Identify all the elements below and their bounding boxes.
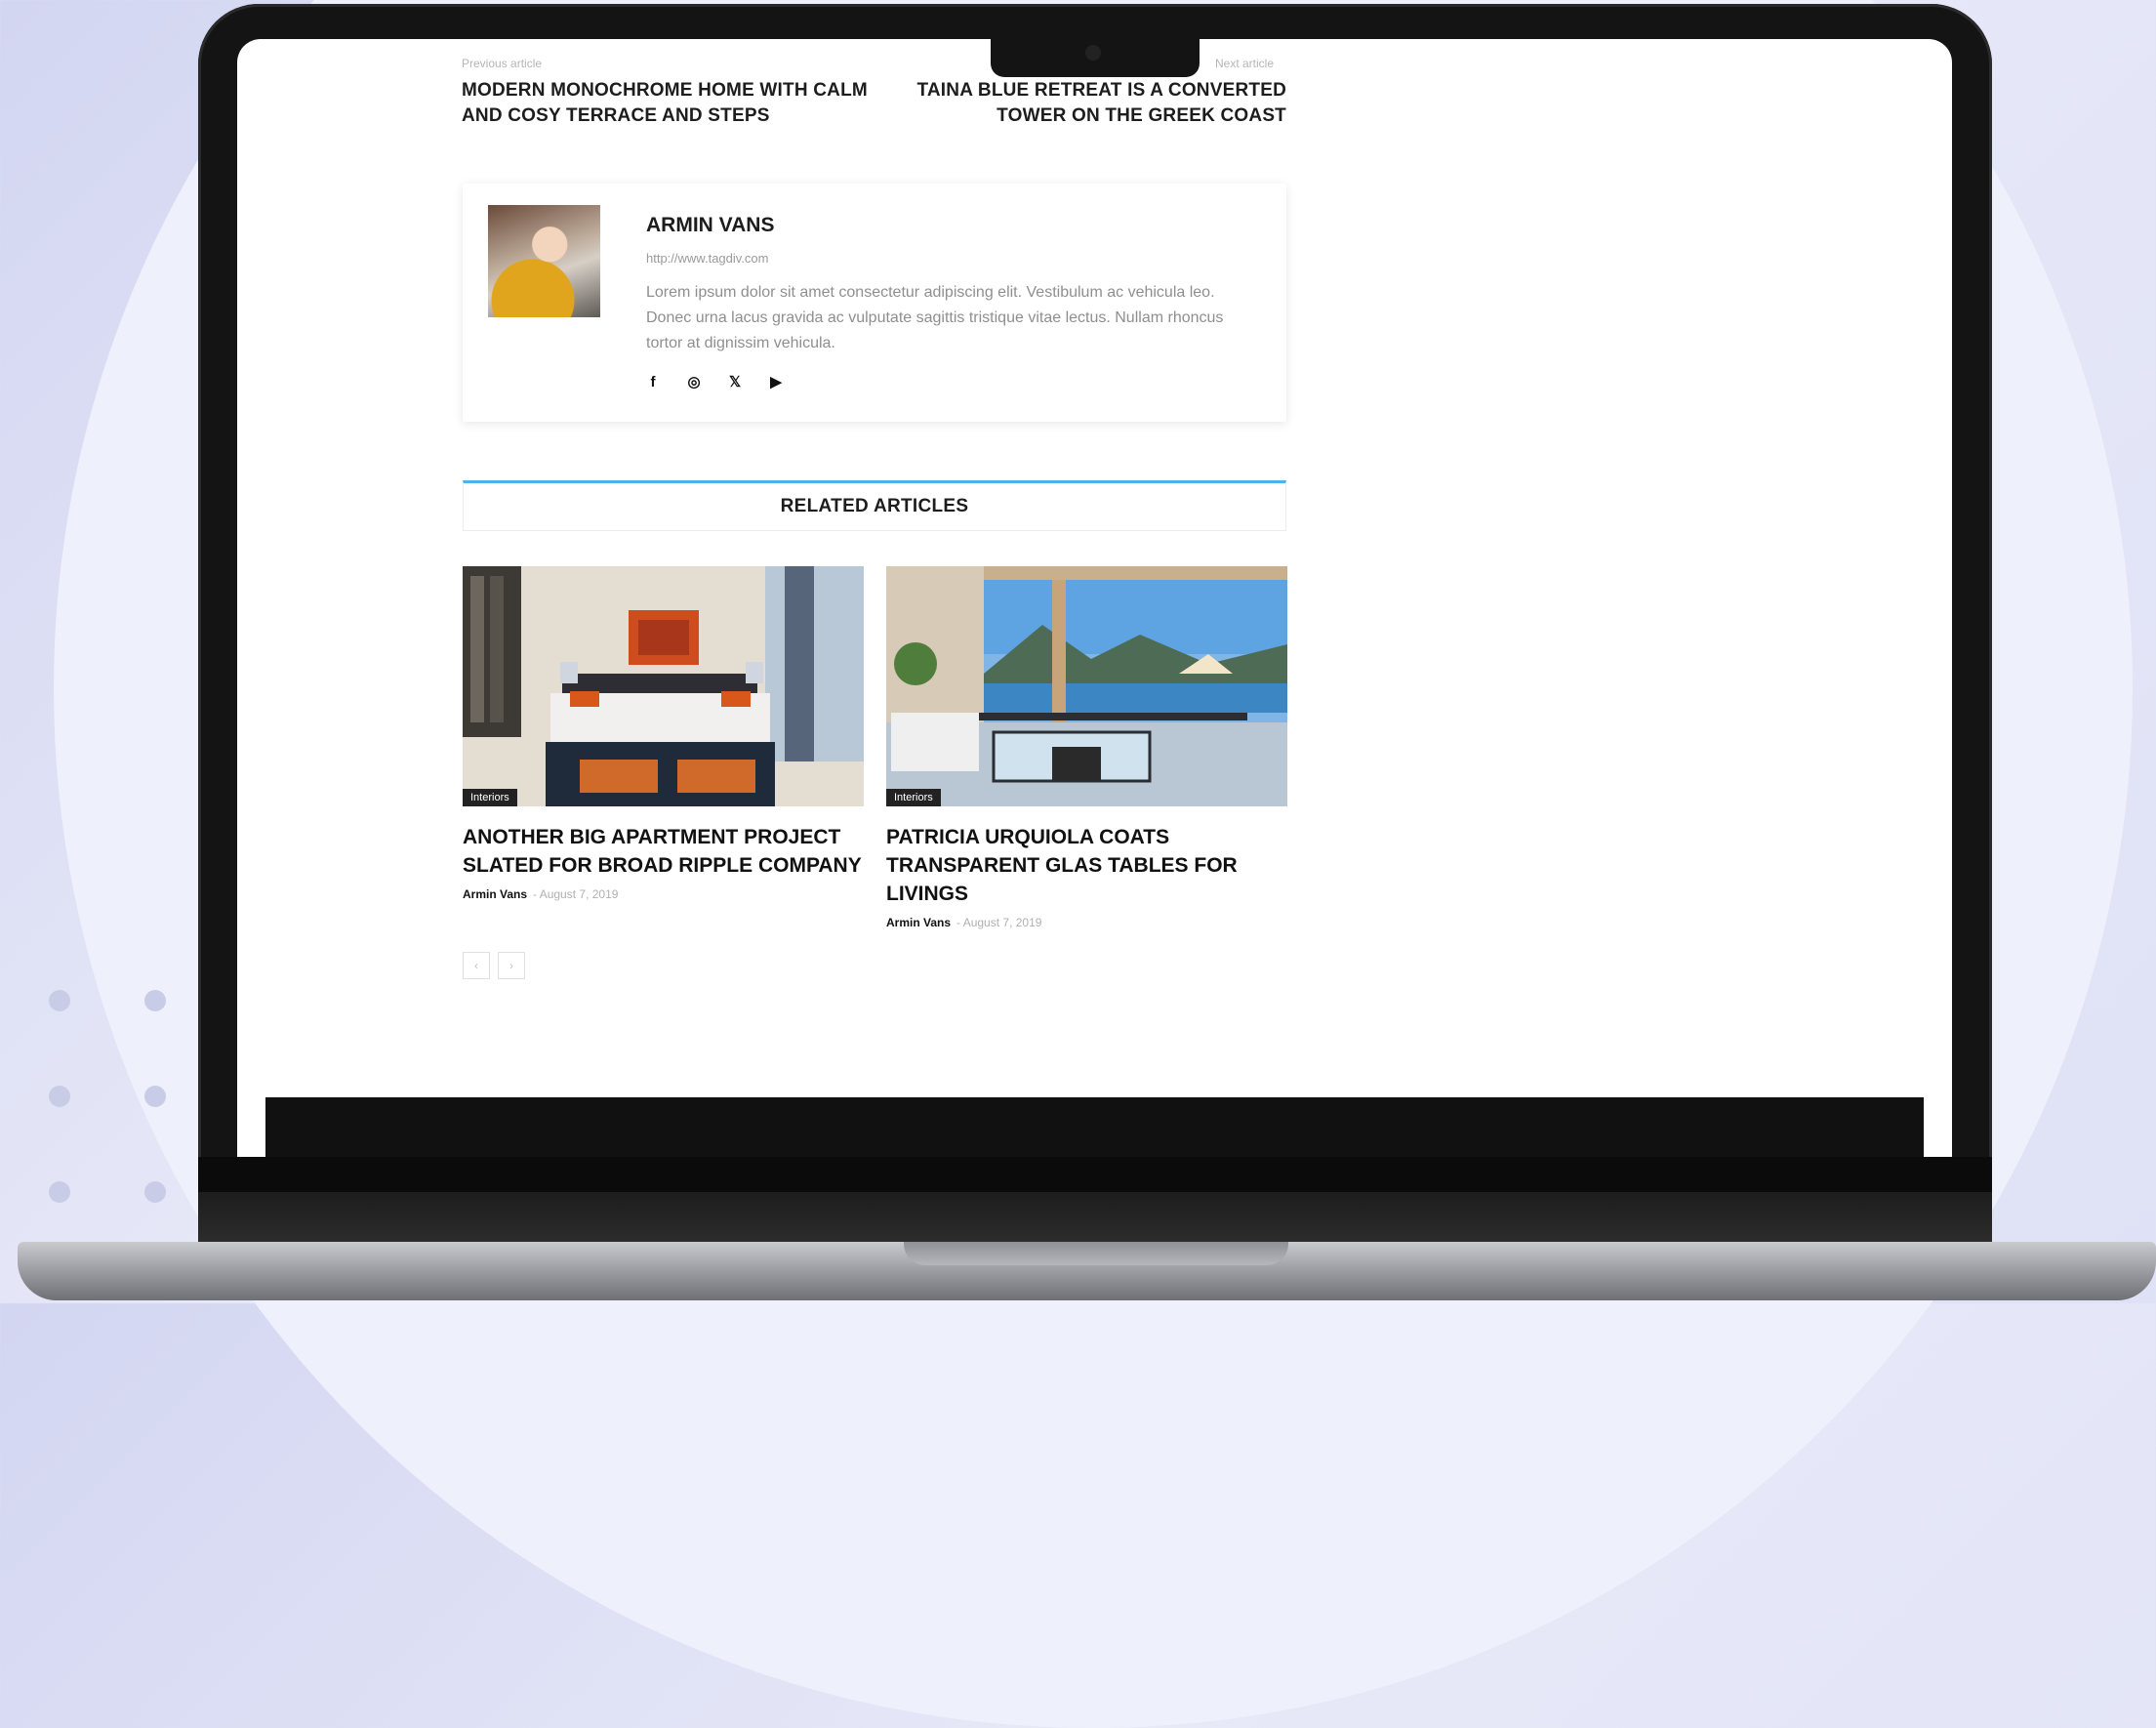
author-avatar[interactable] bbox=[488, 205, 600, 317]
laptop-base-opening bbox=[904, 1242, 1288, 1265]
previous-article-label: Previous article bbox=[462, 57, 543, 70]
author-name-link[interactable]: ARMIN VANS bbox=[646, 214, 774, 237]
facebook-icon[interactable]: f bbox=[644, 373, 662, 391]
author-website-link[interactable]: http://www.tagdiv.com bbox=[646, 251, 768, 266]
instagram-icon[interactable]: ◎ bbox=[685, 373, 703, 391]
author-social-links: f ◎ 𝕏 ▶ bbox=[644, 373, 785, 391]
related-article-2-image[interactable]: Interiors bbox=[886, 566, 1287, 806]
next-article-label: Next article bbox=[1215, 57, 1275, 70]
terrace-living-image bbox=[886, 566, 1287, 806]
related-article-1-image[interactable]: Interiors bbox=[463, 566, 864, 806]
related-articles-heading: RELATED ARTICLES bbox=[463, 480, 1286, 531]
related-article-1-title[interactable]: ANOTHER BIG APARTMENT PROJECT SLATED FOR… bbox=[463, 823, 864, 880]
bedroom-image bbox=[463, 566, 864, 806]
article-author[interactable]: Armin Vans bbox=[463, 887, 527, 901]
related-articles-title: RELATED ARTICLES bbox=[780, 496, 969, 516]
youtube-icon[interactable]: ▶ bbox=[767, 373, 785, 391]
camera-icon bbox=[1085, 45, 1101, 61]
category-badge[interactable]: Interiors bbox=[886, 789, 941, 806]
site-footer bbox=[265, 1097, 1924, 1157]
previous-article-link[interactable]: MODERN MONOCHROME HOME WITH CALM AND COS… bbox=[462, 78, 872, 129]
related-article-2-title[interactable]: PATRICIA URQUIOLA COATS TRANSPARENT GLAS… bbox=[886, 823, 1287, 908]
x-twitter-icon[interactable]: 𝕏 bbox=[726, 373, 744, 391]
laptop-hinge bbox=[198, 1192, 1992, 1243]
prev-page-button[interactable]: ‹ bbox=[463, 952, 490, 979]
laptop-bottom-bezel bbox=[198, 1157, 1992, 1192]
related-article-2-meta: Armin Vans - August 7, 2019 bbox=[886, 916, 1042, 929]
article-date: August 7, 2019 bbox=[962, 916, 1042, 929]
article-author[interactable]: Armin Vans bbox=[886, 916, 951, 929]
related-article-1-meta: Armin Vans - August 7, 2019 bbox=[463, 887, 619, 901]
related-pagination: ‹ › bbox=[463, 952, 525, 979]
article-date: August 7, 2019 bbox=[539, 887, 619, 901]
next-page-button[interactable]: › bbox=[498, 952, 525, 979]
category-badge[interactable]: Interiors bbox=[463, 789, 517, 806]
next-article-link[interactable]: TAINA BLUE RETREAT IS A CONVERTED TOWER … bbox=[876, 78, 1286, 129]
author-bio: Lorem ipsum dolor sit amet consectetur a… bbox=[646, 284, 1224, 351]
